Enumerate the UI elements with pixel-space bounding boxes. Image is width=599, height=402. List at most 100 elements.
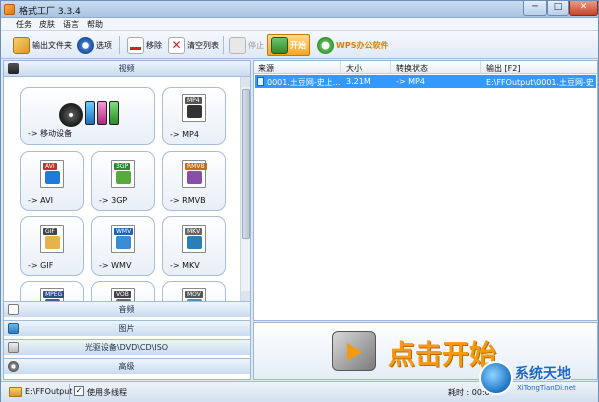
column-source[interactable]: 来源: [258, 63, 274, 74]
format-label: -> MP4: [170, 130, 199, 139]
format-label: -> WMV: [99, 261, 132, 270]
multithread-checkbox[interactable]: ✓: [74, 386, 84, 396]
clear-x-icon: ✕: [168, 36, 185, 54]
task-row[interactable]: 0001.土豆网-史上... 3.21M -> MP4 E:\FFOutput\…: [255, 75, 596, 88]
maximize-button[interactable]: □: [547, 1, 569, 16]
category-advanced-label: 高级: [118, 362, 135, 371]
mkv-file-icon: MKV: [182, 225, 206, 253]
format-label: -> GIF: [28, 261, 54, 270]
film-art: [116, 171, 131, 184]
category-disc[interactable]: 光驱设备\DVD\CD\ISO: [4, 339, 250, 355]
format-scrollbar[interactable]: [240, 77, 250, 301]
category-picture[interactable]: 图片: [4, 320, 250, 336]
category-picture-label: 图片: [118, 324, 135, 333]
format-label: -> 3GP: [99, 196, 128, 205]
scroll-down-arrow-icon[interactable]: [241, 291, 250, 301]
options-icon: [77, 36, 94, 54]
format-rmvb[interactable]: RMVB -> RMVB: [162, 151, 226, 211]
format-vob[interactable]: VOB: [91, 281, 155, 301]
film-art: [187, 171, 202, 184]
format-label: -> RMVB: [170, 196, 206, 205]
app-window: 格式工厂 3.3.4 ─ □ ✕ 任务 皮肤 语言 帮助 输出文件夹 选项 移除…: [0, 0, 599, 402]
watermark-logo: 系统天地 XiTongTianDi.net: [477, 357, 598, 401]
category-audio[interactable]: 音频: [4, 301, 250, 317]
toolbar-separator: [119, 36, 120, 54]
category-video[interactable]: 视频: [4, 61, 250, 77]
options-label: 选项: [96, 40, 112, 50]
column-output[interactable]: 输出 [F2]: [486, 63, 520, 74]
clear-list-button[interactable]: ✕ 清空列表: [168, 34, 219, 56]
gif-file-icon: GIF: [40, 225, 64, 253]
menu-help[interactable]: 帮助: [87, 19, 103, 30]
column-divider[interactable]: [340, 61, 341, 73]
format-mov[interactable]: MOV: [162, 281, 226, 301]
video-format-grid: -> 移动设备 MP4 -> MP4 AVI -> AVI 3GP -> 3GP…: [4, 77, 250, 301]
format-badge: AVI: [43, 163, 57, 170]
menu-task[interactable]: 任务: [16, 19, 32, 30]
column-divider[interactable]: [390, 61, 391, 73]
film-reel-icon: [59, 103, 83, 127]
wps-button[interactable]: WPS办公软件: [317, 34, 388, 56]
output-path[interactable]: E:\FFOutput: [25, 387, 72, 396]
start-label: 开始: [290, 40, 306, 50]
format-badge: GIF: [43, 228, 57, 235]
multithread-label: 使用多线程: [87, 388, 127, 397]
output-folder-button[interactable]: 输出文件夹: [13, 34, 72, 56]
picture-icon: [8, 323, 19, 334]
format-mpeg[interactable]: MPEG: [20, 281, 84, 301]
phone-icon: [97, 101, 107, 125]
minimize-button[interactable]: ─: [523, 1, 547, 16]
video-file-icon: [257, 77, 264, 86]
scroll-up-arrow-icon[interactable]: [241, 77, 250, 87]
format-3gp[interactable]: 3GP -> 3GP: [91, 151, 155, 211]
options-button[interactable]: 选项: [77, 34, 112, 56]
close-button[interactable]: ✕: [569, 1, 598, 16]
format-badge: RMVB: [185, 163, 207, 170]
task-list: 来源 大小 转换状态 输出 [F2] 0001.土豆网-史上... 3.21M …: [253, 60, 598, 321]
format-avi[interactable]: AVI -> AVI: [20, 151, 84, 211]
format-badge: WMV: [114, 228, 134, 235]
format-mp4[interactable]: MP4 -> MP4: [162, 87, 226, 145]
task-list-header: 来源 大小 转换状态 输出 [F2]: [254, 61, 597, 74]
wps-label: WPS办公软件: [336, 40, 389, 50]
status-divider: [69, 384, 70, 400]
reel-art: [187, 105, 202, 118]
phone-icon: [109, 101, 119, 125]
folder-icon[interactable]: [9, 387, 22, 397]
remove-icon: [127, 36, 144, 54]
window-title: 格式工厂 3.3.4: [19, 7, 81, 17]
watermark-subtitle: XiTongTianDi.net: [517, 384, 576, 392]
column-divider[interactable]: [480, 61, 481, 73]
scroll-thumb[interactable]: [242, 89, 250, 239]
wmv-file-icon: WMV: [111, 225, 135, 253]
format-mobile-device[interactable]: -> 移动设备: [20, 87, 155, 145]
rmvb-file-icon: RMVB: [182, 160, 207, 188]
task-source: 0001.土豆网-史上...: [267, 78, 341, 87]
start-button[interactable]: 开始: [267, 34, 310, 56]
menu-language[interactable]: 语言: [63, 19, 79, 30]
format-gif[interactable]: GIF -> GIF: [20, 216, 84, 276]
format-mkv[interactable]: MKV -> MKV: [162, 216, 226, 276]
category-advanced[interactable]: 高级: [4, 358, 250, 374]
remove-button[interactable]: 移除: [127, 34, 162, 56]
format-label: -> AVI: [28, 196, 53, 205]
toolbar-separator: [223, 36, 224, 54]
task-output: E:\FFOutput\0001.土豆网-史上...: [486, 78, 594, 87]
stop-button[interactable]: 停止: [229, 34, 264, 56]
column-size[interactable]: 大小: [346, 63, 362, 74]
wps-logo-icon: [317, 36, 334, 54]
format-wmv[interactable]: WMV -> WMV: [91, 216, 155, 276]
film-art: [187, 236, 202, 249]
output-folder-label: 输出文件夹: [32, 40, 72, 50]
music-note-icon: [8, 304, 19, 315]
menu-bar: 任务 皮肤 语言 帮助: [1, 18, 598, 31]
format-badge: MOV: [185, 291, 203, 298]
menu-skin[interactable]: 皮肤: [39, 19, 55, 30]
mov-file-icon: MOV: [182, 288, 206, 301]
avi-file-icon: AVI: [40, 160, 64, 188]
category-audio-label: 音频: [118, 305, 135, 314]
picture-art: [45, 236, 60, 249]
column-status[interactable]: 转换状态: [396, 63, 428, 74]
play-icon: [347, 343, 362, 361]
task-size: 3.21M: [346, 77, 371, 86]
